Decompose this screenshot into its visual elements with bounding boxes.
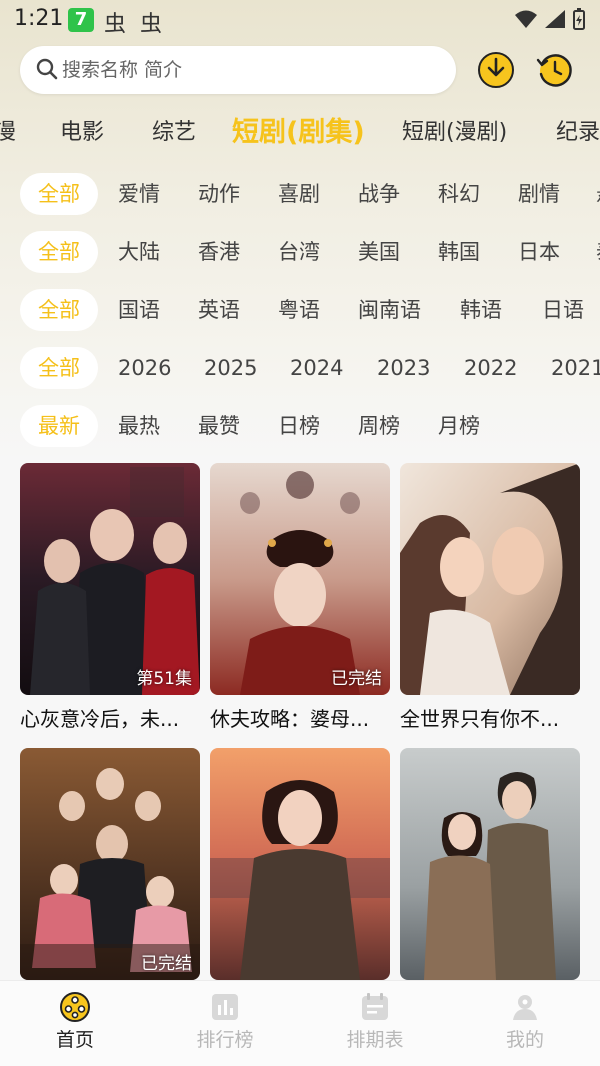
sort-chip-latest[interactable]: 最新 xyxy=(20,405,98,447)
nav-label: 排期表 xyxy=(346,1029,404,1051)
sort-chip[interactable]: 最热 xyxy=(118,405,160,447)
tab-anime[interactable]: 漫 xyxy=(0,114,16,146)
bottom-nav: 首页 排行榜 排期表 我的 xyxy=(0,980,600,1066)
search-bar[interactable] xyxy=(20,46,456,94)
drama-card[interactable]: 已完结 休夫攻略：婆母... xyxy=(210,463,390,732)
sort-filter-row: 最新 最热 最赞 日榜 周榜 月榜 xyxy=(0,405,600,449)
poster-image[interactable]: 第51集 xyxy=(20,463,200,695)
poster-image[interactable] xyxy=(210,748,390,980)
language-chip[interactable]: 韩语 xyxy=(460,289,502,331)
year-chip[interactable]: 2025 xyxy=(204,347,257,389)
language-chip-all[interactable]: 全部 xyxy=(20,289,98,331)
drama-card[interactable]: 第51集 心灰意冷后，未... xyxy=(20,463,200,732)
poster-image[interactable] xyxy=(400,463,580,695)
status-time: 1:21 xyxy=(14,6,64,31)
history-icon[interactable] xyxy=(534,50,574,90)
nav-schedule[interactable]: 排期表 xyxy=(315,991,435,1052)
genre-chip[interactable]: 剧情 xyxy=(518,173,560,215)
drama-card[interactable]: 全世界只有你不... xyxy=(400,463,580,732)
year-chip[interactable]: 2021 xyxy=(551,347,600,389)
tab-documentary[interactable]: 纪录 xyxy=(556,114,600,146)
download-icon[interactable] xyxy=(476,50,516,90)
region-chip[interactable]: 大陆 xyxy=(118,231,160,273)
nav-label: 首页 xyxy=(55,1029,94,1051)
calendar-icon xyxy=(362,993,388,1020)
tab-movie[interactable]: 电影 xyxy=(60,114,104,146)
region-chip[interactable]: 日本 xyxy=(518,231,560,273)
year-chip[interactable]: 2022 xyxy=(464,347,517,389)
ranking-chart-icon xyxy=(212,994,238,1020)
region-chip-all[interactable]: 全部 xyxy=(20,231,98,273)
card-title: 全世界只有你不... xyxy=(400,707,560,731)
year-filter-row: 全部 2026 2025 2024 2023 2022 2021 xyxy=(0,347,600,391)
user-profile-icon xyxy=(513,995,537,1020)
genre-chip[interactable]: 战争 xyxy=(358,173,400,215)
battery-icon xyxy=(573,8,585,30)
genre-chip[interactable]: 悬 xyxy=(596,173,600,215)
region-chip[interactable]: 香港 xyxy=(198,231,240,273)
region-chip[interactable]: 泰 xyxy=(596,231,600,273)
language-chip[interactable]: 日语 xyxy=(542,289,584,331)
status-icons xyxy=(514,8,586,30)
language-filter-row: 全部 国语 英语 粤语 闽南语 韩语 日语 xyxy=(0,289,600,333)
region-chip[interactable]: 美国 xyxy=(358,231,400,273)
search-icon xyxy=(36,58,58,80)
home-film-reel-icon xyxy=(60,992,90,1022)
sort-chip[interactable]: 日榜 xyxy=(278,405,320,447)
status-badge: 已完结 xyxy=(141,954,192,974)
language-chip[interactable]: 闽南语 xyxy=(358,289,421,331)
drama-card[interactable] xyxy=(400,748,580,980)
sort-chip[interactable]: 最赞 xyxy=(198,405,240,447)
genre-filter-row: 全部 爱情 动作 喜剧 战争 科幻 剧情 悬 xyxy=(0,173,600,217)
language-chip[interactable]: 粤语 xyxy=(278,289,320,331)
genre-chip[interactable]: 喜剧 xyxy=(278,173,320,215)
sort-chip[interactable]: 周榜 xyxy=(358,405,400,447)
nav-label: 排行榜 xyxy=(196,1029,254,1051)
tab-variety[interactable]: 综艺 xyxy=(152,114,196,146)
region-filter-row: 全部 大陆 香港 台湾 美国 韩国 日本 泰 xyxy=(0,231,600,275)
category-tabs: 漫 电影 综艺 短剧(剧集) 短剧(漫剧) 纪录 xyxy=(0,106,600,152)
tab-short-drama-comic[interactable]: 短剧(漫剧) xyxy=(402,114,507,146)
nav-label: 我的 xyxy=(505,1029,544,1051)
year-chip-all[interactable]: 全部 xyxy=(20,347,98,389)
genre-chip[interactable]: 科幻 xyxy=(438,173,480,215)
region-chip[interactable]: 韩国 xyxy=(438,231,480,273)
bug-icon: 虫 xyxy=(140,12,163,37)
search-input[interactable] xyxy=(62,54,442,86)
poster-image[interactable] xyxy=(400,748,580,980)
year-chip[interactable]: 2026 xyxy=(118,347,171,389)
signal-icon xyxy=(545,10,565,28)
card-title: 心灰意冷后，未... xyxy=(20,707,180,731)
sort-chip[interactable]: 月榜 xyxy=(438,405,480,447)
status-badge: 已完结 xyxy=(331,669,382,689)
poster-image[interactable]: 已完结 xyxy=(20,748,200,980)
nav-profile[interactable]: 我的 xyxy=(465,991,585,1052)
genre-chip[interactable]: 动作 xyxy=(198,173,240,215)
card-title: 休夫攻略：婆母... xyxy=(210,707,370,731)
nav-home[interactable]: 首页 xyxy=(15,991,135,1052)
bug-icon: 虫 xyxy=(104,12,127,37)
drama-card[interactable]: 已完结 xyxy=(20,748,200,980)
nav-ranking[interactable]: 排行榜 xyxy=(165,991,285,1052)
genre-chip-all[interactable]: 全部 xyxy=(20,173,98,215)
drama-card[interactable] xyxy=(210,748,390,980)
language-chip[interactable]: 国语 xyxy=(118,289,160,331)
tab-short-drama-series[interactable]: 短剧(剧集) xyxy=(232,110,365,149)
wifi-icon xyxy=(515,10,537,28)
year-chip[interactable]: 2024 xyxy=(290,347,343,389)
poster-image[interactable]: 已完结 xyxy=(210,463,390,695)
year-chip[interactable]: 2023 xyxy=(377,347,430,389)
region-chip[interactable]: 台湾 xyxy=(278,231,320,273)
genre-chip[interactable]: 爱情 xyxy=(118,173,160,215)
status-bar: 1:21 7 虫 虫 xyxy=(0,0,600,40)
app-badge-icon: 7 xyxy=(68,8,94,32)
language-chip[interactable]: 英语 xyxy=(198,289,240,331)
episode-badge: 第51集 xyxy=(136,669,192,689)
